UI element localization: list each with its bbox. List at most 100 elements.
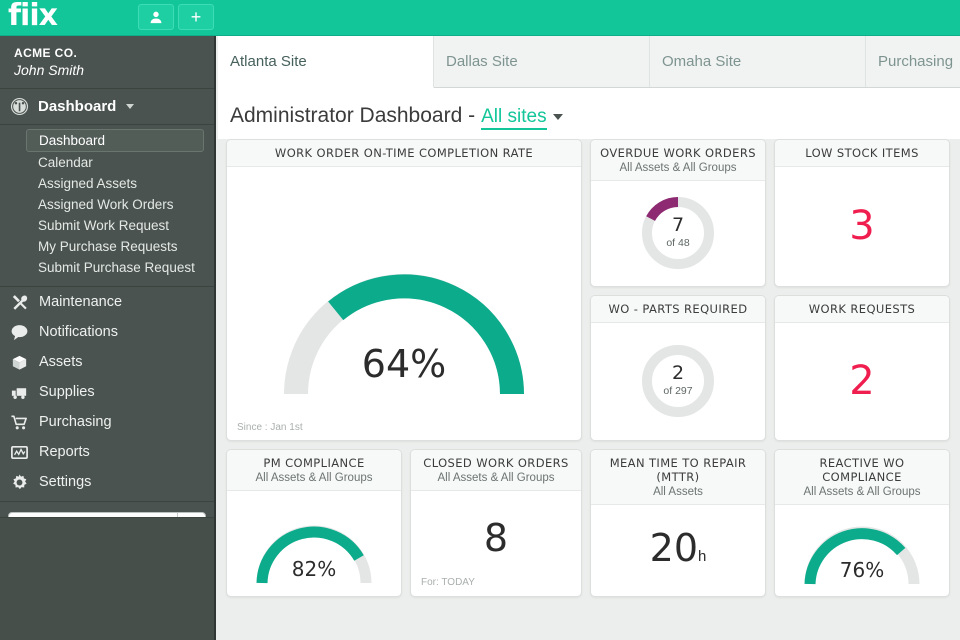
gauge-value: 82% xyxy=(291,556,337,581)
widget-body: 2 xyxy=(775,323,949,438)
widget-header: CLOSED WORK ORDERS All Assets & All Grou… xyxy=(411,450,581,491)
sidebar-section-label: Dashboard xyxy=(38,98,117,115)
widget-title-line2: (MTTR) xyxy=(656,470,700,484)
plus-icon: + xyxy=(190,7,202,27)
metric-unit: h xyxy=(698,548,707,565)
user-menu-button[interactable] xyxy=(138,4,174,30)
sidebar-item-submit-purchase-request[interactable]: Submit Purchase Request xyxy=(0,257,214,278)
sidebar-item-dashboard[interactable]: Dashboard xyxy=(26,129,204,152)
sidebar-item-my-purchase-requests[interactable]: My Purchase Requests xyxy=(0,236,214,257)
gauge-chart: 82% xyxy=(253,521,375,589)
sidebar-item-label: Notifications xyxy=(39,324,118,340)
organization-block: ACME CO. John Smith xyxy=(0,36,214,89)
gear-icon xyxy=(8,472,30,492)
sidebar-item-notifications[interactable]: Notifications xyxy=(0,317,214,347)
widget-work-order-on-time-completion-rate[interactable]: WORK ORDER ON-TIME COMPLETION RATE 64% S… xyxy=(226,139,582,441)
widget-closed-work-orders[interactable]: CLOSED WORK ORDERS All Assets & All Grou… xyxy=(410,449,582,597)
widget-body: 2 of 297 xyxy=(591,323,765,438)
widget-title: CLOSED WORK ORDERS xyxy=(423,456,569,470)
speedometer-icon xyxy=(8,97,30,116)
widget-reactive-wo-compliance[interactable]: REACTIVE WO COMPLIANCE All Assets & All … xyxy=(774,449,950,597)
sidebar-item-submit-work-request[interactable]: Submit Work Request xyxy=(0,215,214,236)
tools-icon xyxy=(8,292,30,312)
widget-work-requests[interactable]: WORK REQUESTS 2 xyxy=(774,295,950,441)
widget-subtitle: All Assets xyxy=(653,486,703,498)
tab-omaha-site[interactable]: Omaha Site xyxy=(650,36,866,87)
shopping-cart-icon xyxy=(8,412,30,432)
sidebar-item-supplies[interactable]: Supplies xyxy=(0,377,214,407)
content-area: Atlanta Site Dallas Site Omaha Site Purc… xyxy=(218,36,960,640)
page-title: Administrator Dashboard - xyxy=(230,104,476,127)
sidebar-item-label: Settings xyxy=(39,474,92,490)
widget-title: OVERDUE WORK ORDERS xyxy=(600,146,756,160)
widget-body: 3 xyxy=(775,167,949,284)
donut-total: of 48 xyxy=(666,237,690,249)
sidebar-item-reports[interactable]: Reports xyxy=(0,437,214,467)
sidebar-item-settings[interactable]: Settings xyxy=(0,467,214,497)
widget-header: LOW STOCK ITEMS xyxy=(775,140,949,167)
widget-header: MEAN TIME TO REPAIR (MTTR) All Assets xyxy=(591,450,765,505)
page-header: Administrator Dashboard - All sites xyxy=(218,88,960,140)
metric-value: 8 xyxy=(483,515,509,560)
widget-overdue-work-orders[interactable]: OVERDUE WORK ORDERS All Assets & All Gro… xyxy=(590,139,766,287)
widget-title: WORK ORDER ON-TIME COMPLETION RATE xyxy=(274,146,534,160)
sidebar-item-label: Reports xyxy=(39,444,90,460)
tab-atlanta-site[interactable]: Atlanta Site xyxy=(218,36,434,88)
chevron-down-icon xyxy=(126,104,135,109)
user-icon xyxy=(150,11,162,24)
user-name: John Smith xyxy=(14,62,85,78)
widget-pm-compliance[interactable]: PM COMPLIANCE All Assets & All Groups 82… xyxy=(226,449,402,597)
sidebar-item-maintenance[interactable]: Maintenance xyxy=(0,287,214,317)
widget-header: PM COMPLIANCE All Assets & All Groups xyxy=(227,450,401,491)
tab-dallas-site[interactable]: Dallas Site xyxy=(434,36,650,87)
gauge-chart: 76% xyxy=(801,522,923,590)
sidebar-divider-2 xyxy=(0,501,214,502)
sidebar-item-calendar[interactable]: Calendar xyxy=(0,152,214,173)
add-button[interactable]: + xyxy=(178,4,214,30)
sidebar-item-purchasing[interactable]: Purchasing xyxy=(0,407,214,437)
sidebar-section-dashboard[interactable]: Dashboard xyxy=(0,89,214,125)
widget-body: 20 h xyxy=(591,505,765,591)
sidebar-item-assigned-assets[interactable]: Assigned Assets xyxy=(0,173,214,194)
widget-header: WO - PARTS REQUIRED xyxy=(591,296,765,323)
widget-subtitle: All Assets & All Groups xyxy=(619,162,737,174)
chevron-down-icon[interactable] xyxy=(552,114,563,120)
truck-icon xyxy=(8,382,30,402)
sidebar-item-assets[interactable]: Assets xyxy=(0,347,214,377)
widget-title: WORK REQUESTS xyxy=(808,302,916,316)
speech-bubble-icon xyxy=(8,322,30,342)
widget-wo-parts-required[interactable]: WO - PARTS REQUIRED 2 of 297 xyxy=(590,295,766,441)
all-sites-selector[interactable]: All sites xyxy=(481,106,547,130)
widget-subtitle: All Assets & All Groups xyxy=(437,472,555,484)
widget-body: 7 of 48 xyxy=(591,181,765,284)
sidebar-sub-list: Dashboard Calendar Assigned Assets Assig… xyxy=(0,125,214,282)
metric-value: 2 xyxy=(849,357,875,404)
sidebar-footer-area xyxy=(0,517,214,640)
widget-low-stock-items[interactable]: LOW STOCK ITEMS 3 xyxy=(774,139,950,287)
donut-value: 2 xyxy=(671,362,685,384)
widget-title-line2: COMPLIANCE xyxy=(822,470,902,484)
donut-total: of 297 xyxy=(663,385,693,397)
sidebar: ACME CO. John Smith Dashboard Dashboard … xyxy=(0,36,216,640)
donut-label: 7 of 48 xyxy=(639,194,717,272)
widget-title: LOW STOCK ITEMS xyxy=(805,146,919,160)
sidebar-item-label: Assets xyxy=(39,354,83,370)
widget-title-line1: MEAN TIME TO REPAIR xyxy=(609,456,747,470)
donut-value: 7 xyxy=(671,214,685,236)
top-bar: fiix + xyxy=(0,0,960,36)
widget-body: 76% xyxy=(775,505,949,591)
sidebar-item-label: Maintenance xyxy=(39,294,123,310)
donut-chart: 7 of 48 xyxy=(639,194,717,272)
widget-header: REACTIVE WO COMPLIANCE All Assets & All … xyxy=(775,450,949,505)
tab-purchasing[interactable]: Purchasing xyxy=(866,36,960,87)
widget-header: OVERDUE WORK ORDERS All Assets & All Gro… xyxy=(591,140,765,181)
sidebar-item-assigned-work-orders[interactable]: Assigned Work Orders xyxy=(0,194,214,215)
gauge-value: 64% xyxy=(361,342,447,386)
gauge-chart: 64% xyxy=(280,266,528,402)
widget-header: WORK ORDER ON-TIME COMPLETION RATE xyxy=(227,140,581,167)
metric-value: 20 xyxy=(649,526,698,570)
widget-title: PM COMPLIANCE xyxy=(263,456,365,470)
dashboard-app: fiix + ACME CO. John Smith Dashboard Das… xyxy=(0,0,960,640)
widget-mean-time-to-repair[interactable]: MEAN TIME TO REPAIR (MTTR) All Assets 20… xyxy=(590,449,766,597)
site-tabs: Atlanta Site Dallas Site Omaha Site Purc… xyxy=(218,36,960,88)
